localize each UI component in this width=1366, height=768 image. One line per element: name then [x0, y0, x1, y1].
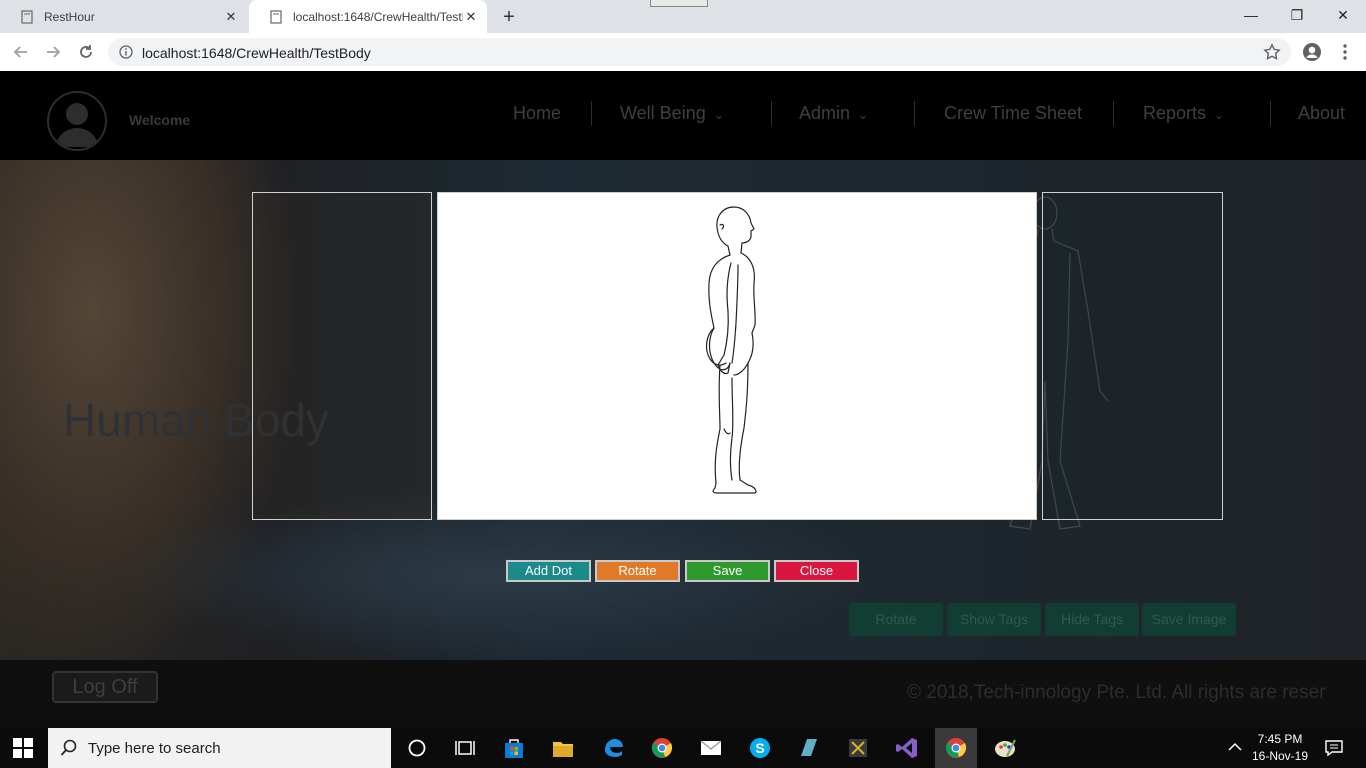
page-icon: [270, 9, 282, 24]
chevron-down-icon: ⌄: [858, 108, 869, 122]
page-icon: [21, 9, 33, 24]
close-button[interactable]: Close: [774, 560, 859, 582]
bg-hide-tags-button: Hide Tags: [1045, 603, 1139, 636]
taskbar-search-box[interactable]: Type here to search: [48, 728, 391, 768]
tab-resthour[interactable]: RestHour ✕: [0, 0, 247, 33]
tab-title: RestHour: [44, 9, 95, 24]
log-off-button[interactable]: Log Off: [52, 671, 158, 703]
new-tab-icon[interactable]: +: [499, 7, 519, 27]
nav-crew-time-sheet[interactable]: Crew Time Sheet: [944, 103, 1082, 124]
cortana-icon[interactable]: [405, 736, 429, 760]
bg-show-tags-button: Show Tags: [947, 603, 1041, 636]
edge-icon[interactable]: [601, 736, 625, 760]
paint-icon[interactable]: [993, 736, 1017, 760]
human-body-side-image: [705, 206, 757, 494]
account-icon[interactable]: [1301, 41, 1323, 63]
url-bar[interactable]: localhost:1648/CrewHealth/TestBody: [108, 38, 1291, 66]
nav-about[interactable]: About: [1298, 103, 1345, 124]
user-icon: [56, 103, 98, 147]
body-canvas[interactable]: [437, 192, 1037, 520]
mail-icon[interactable]: [699, 736, 723, 760]
app-icon[interactable]: [797, 736, 821, 760]
url-text: localhost:1648/CrewHealth/TestBody: [142, 45, 371, 61]
chevron-down-icon: ⌄: [1214, 108, 1225, 122]
tab-testbody[interactable]: localhost:1648/CrewHealth/TestB ✕: [249, 0, 487, 33]
svg-text:S: S: [755, 740, 764, 756]
skype-icon[interactable]: S: [748, 736, 772, 760]
tools-icon[interactable]: [846, 736, 870, 760]
info-icon[interactable]: [119, 45, 133, 59]
site-navbar: Welcome Home Well Being ⌄ Admin ⌄ Crew Tim…: [0, 71, 1366, 160]
close-window-icon[interactable]: ✕: [1320, 0, 1366, 30]
system-clock[interactable]: 7:45 PM 16-Nov-19: [1240, 731, 1320, 765]
taskbar-active-app[interactable]: [935, 728, 977, 768]
nav-divider: [914, 101, 915, 126]
drag-handle[interactable]: [650, 0, 708, 7]
chevron-down-icon: ⌄: [713, 108, 724, 122]
search-icon: [60, 739, 77, 756]
back-icon[interactable]: [10, 41, 32, 63]
browser-tab-bar: RestHour ✕ localhost:1648/CrewHealth/Tes…: [0, 0, 1366, 33]
nav-well-being[interactable]: Well Being ⌄: [620, 103, 724, 124]
side-panel-left: [252, 192, 432, 520]
visual-studio-icon[interactable]: [895, 736, 919, 760]
reload-icon[interactable]: [75, 41, 97, 63]
bg-rotate-button: Rotate: [849, 603, 943, 636]
save-button[interactable]: Save: [685, 560, 770, 582]
web-page: Welcome Home Well Being ⌄ Admin ⌄ Crew Tim…: [0, 71, 1366, 730]
clock-time: 7:45 PM: [1257, 732, 1303, 746]
menu-icon[interactable]: [1334, 41, 1356, 63]
add-dot-button[interactable]: Add Dot: [506, 560, 591, 582]
welcome-text: Welcome: [129, 112, 191, 128]
rotate-button[interactable]: Rotate: [595, 560, 680, 582]
site-footer: Log Off © 2018,Tech-innology Pte. Ltd. A…: [0, 660, 1366, 730]
windows-start-icon[interactable]: [12, 737, 34, 759]
bg-save-image-button: Save Image: [1142, 603, 1236, 636]
tab-title: localhost:1648/CrewHealth/TestB: [293, 9, 463, 24]
copyright-text: © 2018,Tech-innology Pte. Ltd. All right…: [907, 682, 1326, 703]
restore-icon[interactable]: ❐: [1274, 0, 1320, 30]
nav-divider: [771, 101, 772, 126]
close-tab-icon[interactable]: ✕: [223, 9, 239, 25]
forward-icon[interactable]: [42, 41, 64, 63]
bookmark-star-icon[interactable]: [1263, 43, 1281, 61]
clock-date: 16-Nov-19: [1251, 749, 1309, 763]
nav-admin[interactable]: Admin ⌄: [799, 103, 868, 124]
task-view-icon[interactable]: [453, 736, 477, 760]
close-tab-icon[interactable]: ✕: [463, 9, 479, 25]
side-panel-right: [1042, 192, 1223, 520]
avatar[interactable]: [47, 91, 107, 151]
search-placeholder: Type here to search: [88, 740, 221, 757]
nav-reports[interactable]: Reports ⌄: [1143, 103, 1224, 124]
chrome-icon: [945, 738, 967, 758]
windows-taskbar: Type here to search S 7:45 PM 16-Nov-19: [0, 728, 1366, 768]
nav-divider: [591, 101, 592, 126]
nav-divider: [1113, 101, 1114, 126]
address-bar-row: localhost:1648/CrewHealth/TestBody: [0, 33, 1366, 72]
chrome-icon[interactable]: [650, 736, 674, 760]
file-explorer-icon[interactable]: [551, 736, 575, 760]
minimize-icon[interactable]: —: [1228, 0, 1274, 30]
notification-icon[interactable]: [1325, 739, 1343, 757]
nav-divider: [1270, 101, 1271, 126]
store-icon[interactable]: [502, 736, 526, 760]
nav-home[interactable]: Home: [513, 103, 561, 124]
